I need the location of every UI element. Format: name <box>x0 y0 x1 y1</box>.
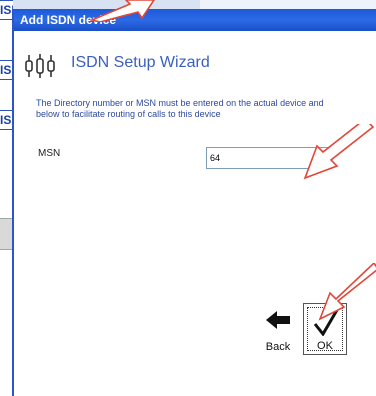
back-button-label: Back <box>265 341 291 353</box>
msn-label: MSN <box>38 148 61 159</box>
msn-input[interactable] <box>206 147 332 169</box>
isdn-device-icon <box>25 54 55 78</box>
wizard-title: ISDN Setup Wizard <box>71 54 210 71</box>
checkmark-icon <box>313 309 339 336</box>
back-arrow-icon <box>266 311 290 329</box>
instructions-text: The Directory number or MSN must be ente… <box>36 98 324 119</box>
ok-button[interactable]: OK <box>303 303 347 355</box>
dialog-title[interactable]: Add ISDN device <box>14 9 376 31</box>
add-isdn-device-dialog: Add ISDN device ISDN Setup Wizard The Di… <box>12 9 376 396</box>
ok-button-label: OK <box>317 340 333 352</box>
back-button[interactable]: Back <box>258 303 298 355</box>
